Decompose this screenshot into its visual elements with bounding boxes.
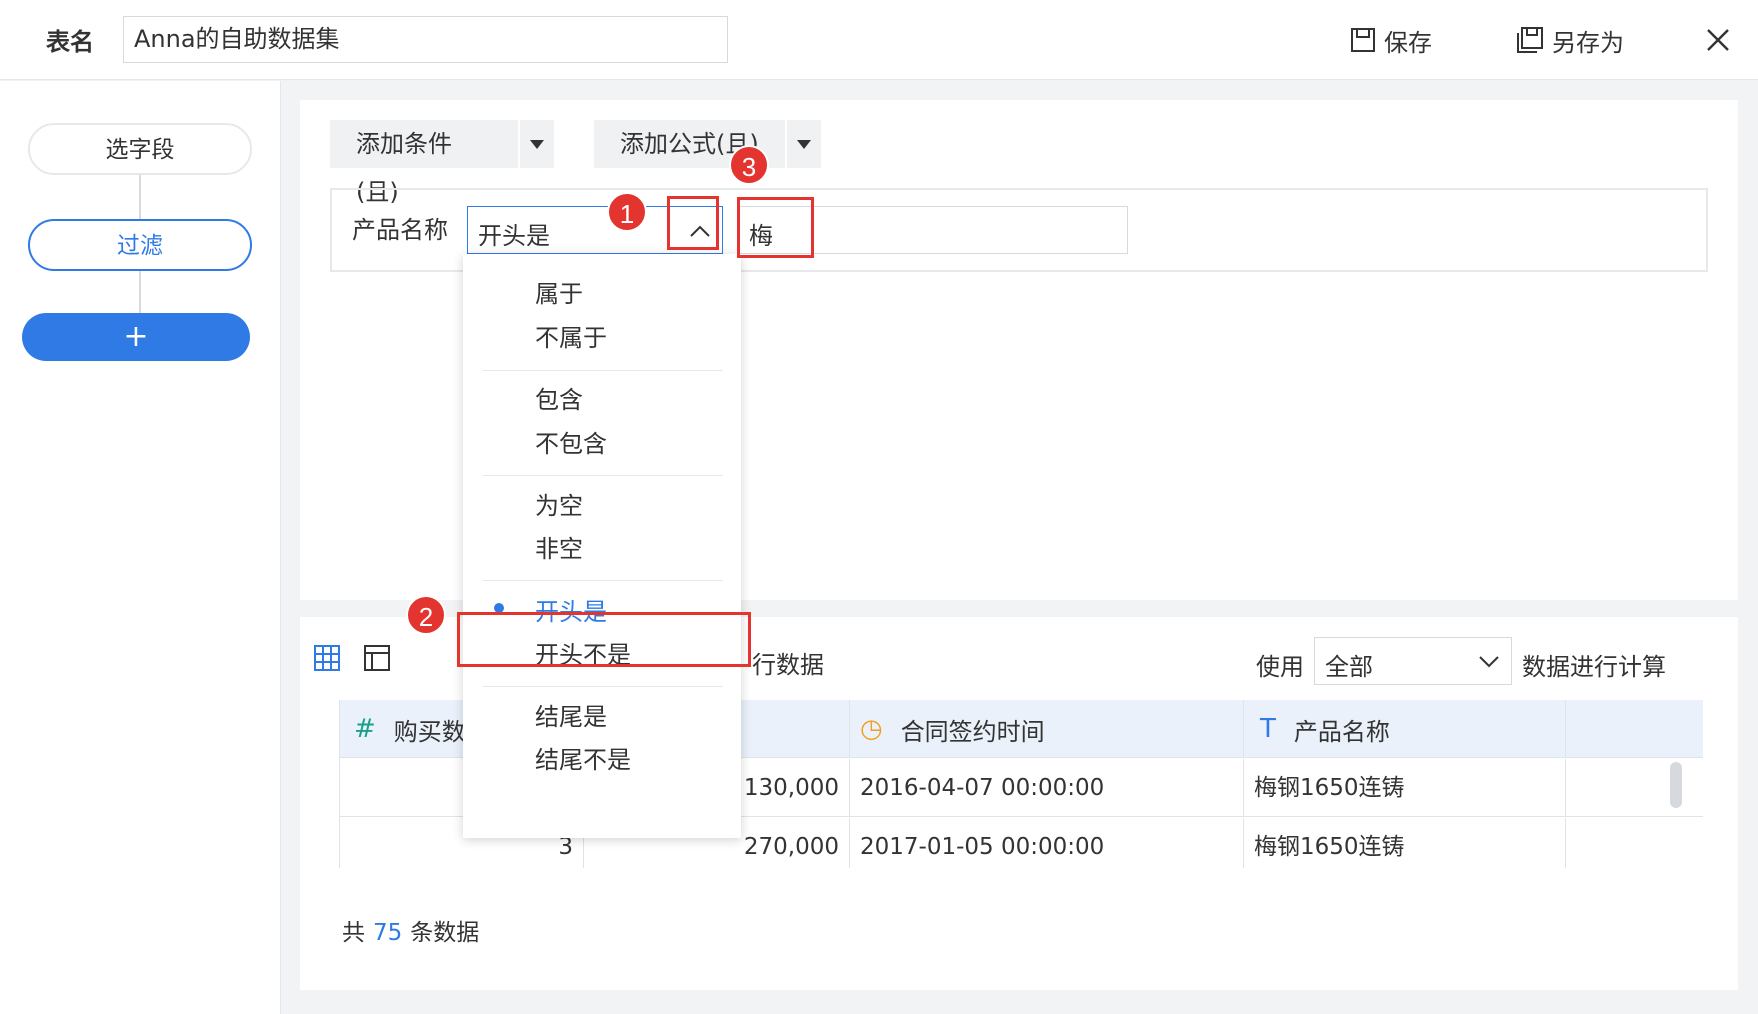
save-icon (1351, 28, 1375, 52)
use-label: 使用 (1256, 653, 1304, 681)
total-suffix: 条数据 (410, 920, 480, 946)
table-scrollbar[interactable] (1670, 762, 1682, 808)
operator-value: 开头是 (478, 222, 550, 250)
menu-item-not-ends-with[interactable]: 结尾不是 (535, 740, 631, 775)
panel-view-icon[interactable] (364, 645, 390, 671)
menu-item-not-empty[interactable]: 非空 (535, 529, 583, 564)
number-type-icon: # (354, 714, 376, 744)
step-select-fields[interactable]: 选字段 (28, 123, 252, 175)
add-formula-dropdown[interactable] (787, 120, 821, 168)
caret-down-icon (530, 140, 544, 149)
operator-dropdown-menu: 属于 不属于 包含 不包含 为空 非空 开头是 开头不是 结尾是 结尾不是 (463, 254, 741, 838)
add-condition-dropdown[interactable] (520, 120, 554, 168)
table-name-input[interactable]: Anna的自助数据集 (123, 16, 728, 63)
total-count: 共 75 条数据 (342, 913, 479, 947)
annotation-box-1 (667, 196, 719, 250)
save-label: 保存 (1384, 28, 1432, 57)
table-name-label: 表名 (46, 28, 94, 56)
total-count-value: 75 (373, 920, 403, 946)
table-cell: 梅钢1650连铸 (1244, 818, 1566, 868)
menu-divider (483, 580, 723, 581)
menu-divider (483, 475, 723, 476)
add-step-button[interactable]: + (22, 313, 250, 361)
column-header-label: 合同签约时间 (900, 717, 1045, 746)
column-header-label: 产品名称 (1293, 717, 1390, 746)
column-header[interactable]: T 产品名称 (1244, 700, 1566, 758)
menu-item-is-empty[interactable]: 为空 (535, 486, 583, 521)
calc-label: 数据进行计算 (1522, 653, 1666, 681)
add-condition-button[interactable]: 添加条件(且) (330, 120, 518, 206)
annotation-badge-3: 3 (729, 145, 769, 185)
menu-item-belongs[interactable]: 属于 (535, 274, 583, 309)
grid-view-icon[interactable] (314, 645, 340, 671)
save-as-label: 另存为 (1552, 28, 1624, 57)
header-bar: 表名 Anna的自助数据集 保存 另存为 (0, 0, 1758, 80)
menu-item-contains[interactable]: 包含 (535, 380, 583, 415)
use-scope-value: 全部 (1325, 653, 1373, 681)
row-data-text: 行数据 (752, 651, 824, 679)
chevron-down-icon (1479, 656, 1499, 668)
table-cell: 2016-04-07 00:00:00 (850, 759, 1244, 817)
column-header[interactable]: ◷ 合同签约时间 (850, 700, 1244, 758)
menu-divider (483, 686, 723, 687)
add-formula-combo: 添加公式(且) (594, 120, 821, 168)
column-header-label: 购买数 (393, 717, 466, 746)
menu-divider (483, 370, 723, 371)
table-cell: 梅钢1650连铸 (1244, 759, 1566, 817)
save-as-button[interactable]: 另存为 (1516, 20, 1624, 60)
annotation-badge-1: 1 (607, 192, 647, 232)
table-cell: 2017-01-05 00:00:00 (850, 818, 1244, 868)
menu-item-not-contains[interactable]: 不包含 (535, 424, 607, 459)
caret-down-icon (797, 140, 811, 149)
clock-icon: ◷ (860, 714, 883, 744)
condition-field-name: 产品名称 (352, 216, 448, 244)
step-connector (139, 175, 141, 219)
save-button[interactable]: 保存 (1350, 20, 1432, 60)
steps-panel: 选字段 过滤 + (0, 81, 281, 1014)
save-as-icon (1517, 27, 1543, 53)
menu-item-ends-with[interactable]: 结尾是 (535, 697, 607, 732)
close-icon[interactable] (1704, 26, 1732, 54)
annotation-box-3 (737, 197, 814, 258)
use-scope-select[interactable]: 全部 (1314, 637, 1512, 685)
annotation-box-2 (457, 612, 751, 667)
add-condition-combo: 添加条件(且) (330, 120, 554, 206)
total-prefix: 共 (342, 920, 365, 946)
text-type-icon: T (1260, 714, 1276, 744)
step-filter[interactable]: 过滤 (28, 219, 252, 271)
step-connector (139, 271, 141, 313)
menu-item-not-belongs[interactable]: 不属于 (535, 318, 607, 353)
annotation-badge-2: 2 (406, 595, 446, 635)
